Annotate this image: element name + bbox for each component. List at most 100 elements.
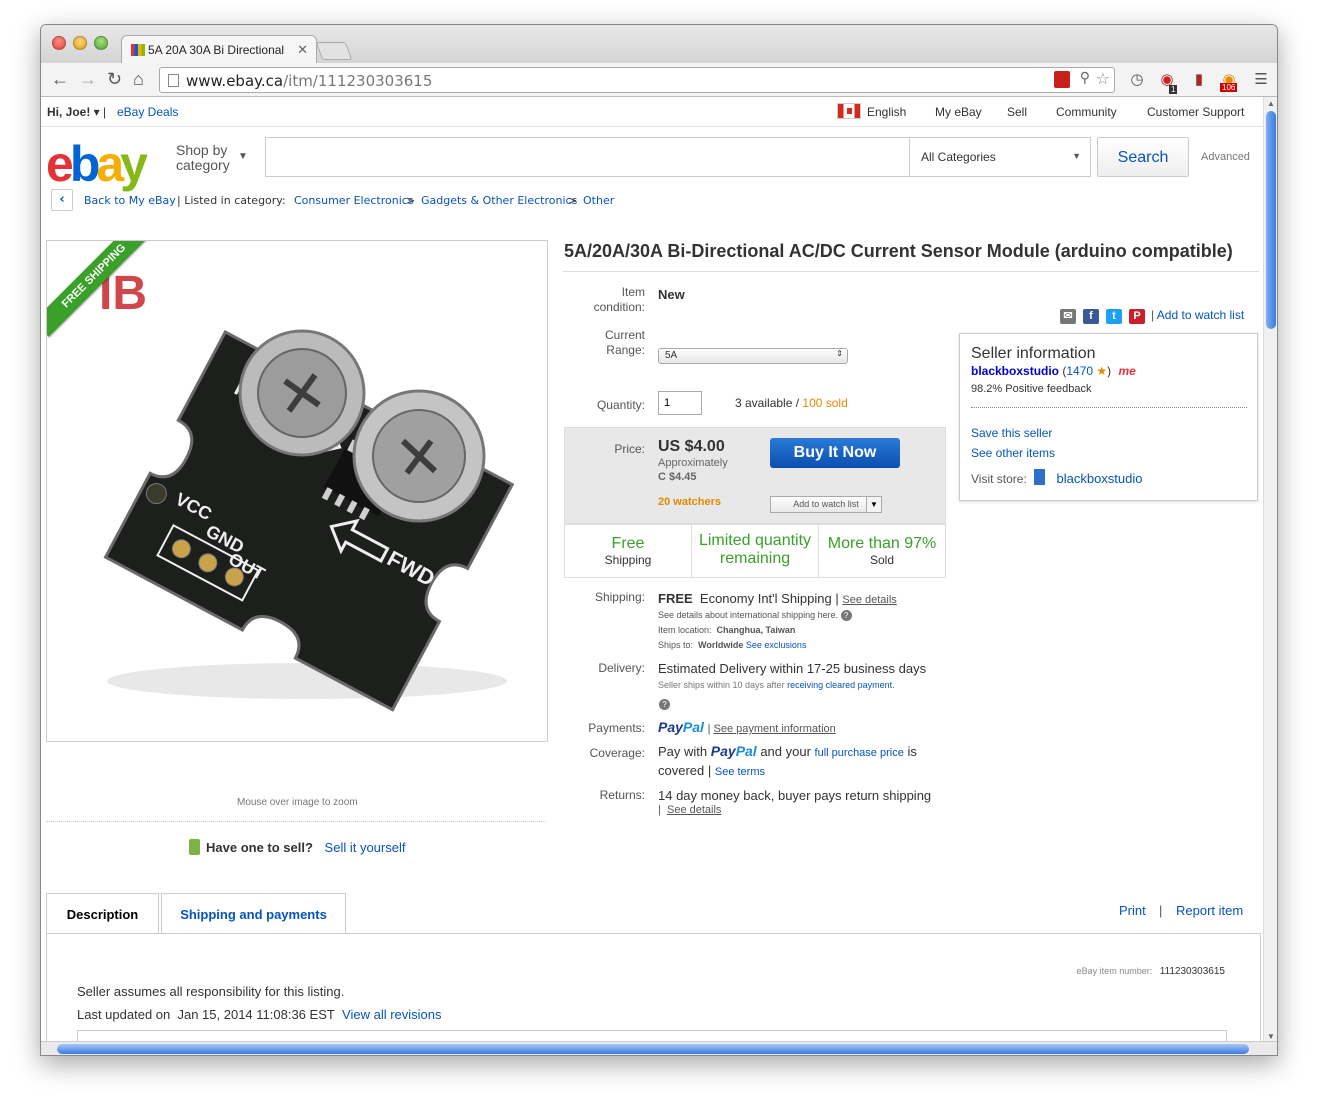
help-icon[interactable]: ? bbox=[659, 696, 670, 714]
add-to-watch-list-link[interactable]: Add to watch list bbox=[1157, 308, 1244, 322]
ebay-deals-link[interactable]: eBay Deals bbox=[117, 105, 178, 119]
page-content: Hi, Joe! ▾ | eBay Deals English My eBay … bbox=[41, 97, 1265, 1043]
divider bbox=[46, 821, 546, 822]
facebook-icon[interactable]: f bbox=[1083, 309, 1099, 324]
back-to-my-ebay-link[interactable]: Back to My eBay bbox=[84, 194, 176, 207]
paypal-logo: PayPal | See payment information bbox=[658, 719, 836, 735]
email-icon[interactable]: ✉ bbox=[1060, 309, 1076, 324]
flash-icon[interactable] bbox=[1054, 71, 1070, 88]
cleared-payment-link[interactable]: receiving cleared payment. bbox=[787, 680, 895, 690]
ebay-logo[interactable]: ebay bbox=[46, 135, 148, 193]
shipping-label: Shipping: bbox=[594, 590, 645, 604]
browser-tab[interactable]: 5A 20A 30A Bi Directional ✕ bbox=[121, 35, 317, 63]
see-exclusions-link[interactable]: See exclusions bbox=[746, 640, 807, 650]
customer-support-link[interactable]: Customer Support bbox=[1147, 105, 1244, 119]
advanced-search-link[interactable]: Advanced bbox=[1201, 151, 1250, 163]
community-link[interactable]: Community bbox=[1056, 105, 1117, 119]
breadcrumb-separator: > bbox=[568, 194, 578, 207]
address-bar[interactable]: www.ebay.ca/itm/111230303615 ⚲ ☆ bbox=[159, 67, 1115, 93]
rss-badge: 106 bbox=[1220, 83, 1238, 92]
view-revisions-link[interactable]: View all revisions bbox=[342, 1007, 441, 1022]
search-icon[interactable]: ⚲ bbox=[1080, 70, 1090, 86]
close-tab-icon[interactable]: ✕ bbox=[297, 42, 308, 58]
condition-label: Item condition: bbox=[593, 285, 645, 314]
sell-prompt: Have one to sell? Sell it yourself bbox=[189, 839, 405, 855]
store-link[interactable]: blackboxstudio bbox=[1057, 471, 1143, 486]
menu-icon[interactable]: ☰ bbox=[1253, 71, 1269, 88]
twitter-icon[interactable]: t bbox=[1106, 309, 1122, 324]
new-tab-button[interactable] bbox=[315, 42, 353, 60]
vertical-scroll-thumb[interactable] bbox=[1266, 111, 1276, 329]
help-icon[interactable]: ? bbox=[840, 610, 852, 622]
description-panel: eBay item number: 111230303615 Seller as… bbox=[46, 933, 1261, 1043]
reload-icon[interactable]: ↻ bbox=[107, 69, 122, 90]
seller-name-link[interactable]: blackboxstudio bbox=[971, 364, 1059, 378]
quantity-input[interactable]: 1 bbox=[658, 391, 702, 415]
see-other-items-link[interactable]: See other items bbox=[971, 446, 1055, 460]
report-item-link[interactable]: Report item bbox=[1176, 903, 1243, 918]
price: US $4.00 bbox=[658, 438, 725, 455]
sell-it-yourself-link[interactable]: Sell it yourself bbox=[325, 840, 406, 855]
item-location: Item location: Changhua, Taiwan bbox=[658, 625, 796, 635]
sold-count[interactable]: 100 sold bbox=[802, 396, 847, 410]
buy-it-now-button[interactable]: Buy It Now bbox=[770, 438, 900, 468]
feedback-score-link[interactable]: 1470 bbox=[1066, 364, 1093, 378]
watch-link-row: | Add to watch list bbox=[1151, 308, 1245, 322]
home-icon[interactable]: ⌂ bbox=[133, 69, 144, 90]
delivery-label: Delivery: bbox=[598, 661, 645, 675]
chevron-down-icon: ▼ bbox=[1072, 151, 1081, 161]
product-image[interactable]: IB REV FWD VCC GND OUT bbox=[46, 240, 548, 742]
shipping-method: FREE Economy Int'l Shipping | See detail… bbox=[658, 591, 897, 606]
bookmark-star-icon[interactable]: ☆ bbox=[1096, 69, 1110, 88]
browser-toolbar: ← → ↻ ⌂ www.ebay.ca/itm/111230303615 ⚲ ☆… bbox=[41, 63, 1277, 97]
condition-value: New bbox=[658, 287, 685, 302]
item-number: eBay item number: 111230303615 bbox=[1076, 966, 1225, 977]
global-header: Hi, Joe! ▾ | eBay Deals English My eBay … bbox=[41, 97, 1265, 127]
seller-info-panel: Seller information blackboxstudio (1470 … bbox=[959, 333, 1258, 501]
description-tabs: Description Shipping and payments Print … bbox=[46, 893, 1261, 933]
perk-limited-quantity: Limited quantity remaining bbox=[692, 525, 819, 577]
forward-arrow-icon[interactable]: → bbox=[79, 69, 97, 90]
tab-description[interactable]: Description bbox=[46, 893, 159, 933]
browser-window: 5A 20A 30A Bi Directional ✕ ← → ↻ ⌂ www.… bbox=[40, 24, 1278, 1056]
breadcrumb-item[interactable]: Gadgets & Other Electronics bbox=[421, 194, 577, 207]
full-purchase-price-link[interactable]: full purchase price bbox=[815, 747, 904, 759]
divider bbox=[971, 407, 1247, 408]
breadcrumb-item[interactable]: Consumer Electronics bbox=[294, 194, 414, 207]
bookshelf-icon[interactable]: ▮ bbox=[1191, 71, 1207, 88]
category-select[interactable]: All Categories ▼ bbox=[909, 137, 1091, 177]
save-seller-link[interactable]: Save this seller bbox=[971, 426, 1052, 440]
me-badge-icon[interactable]: me bbox=[1119, 364, 1136, 378]
my-ebay-link[interactable]: My eBay bbox=[935, 105, 982, 119]
back-arrow-icon[interactable]: ← bbox=[51, 69, 69, 90]
scroll-up-icon[interactable]: ▲ bbox=[1267, 99, 1275, 108]
back-chevron-icon[interactable]: ‹ bbox=[51, 189, 73, 211]
pinterest-icon[interactable]: P bbox=[1129, 309, 1145, 324]
breadcrumb-item[interactable]: Other bbox=[583, 194, 614, 207]
availability: 3 available / 100 sold bbox=[735, 396, 848, 410]
payment-information-link[interactable]: See payment information bbox=[713, 723, 835, 735]
shipping-details-link[interactable]: See details bbox=[842, 594, 896, 606]
minimize-window-button[interactable] bbox=[73, 36, 87, 50]
search-button[interactable]: Search bbox=[1097, 137, 1189, 177]
print-link[interactable]: Print bbox=[1119, 903, 1146, 918]
history-clock-icon[interactable]: ◷ bbox=[1129, 71, 1145, 88]
greeting[interactable]: Hi, Joe! ▾ | bbox=[47, 105, 106, 119]
tab-shipping-payments[interactable]: Shipping and payments bbox=[161, 893, 346, 933]
scroll-down-icon[interactable]: ▼ bbox=[1267, 1032, 1275, 1041]
see-terms-link[interactable]: See terms bbox=[715, 766, 765, 778]
sell-link[interactable]: Sell bbox=[1007, 105, 1027, 119]
current-range-label: Current Range: bbox=[604, 328, 645, 357]
horizontal-scrollbar[interactable] bbox=[41, 1041, 1277, 1055]
shop-by-category[interactable]: Shop by category ▼ bbox=[176, 143, 248, 173]
star-icon: ★ bbox=[1096, 364, 1108, 378]
zoom-window-button[interactable] bbox=[94, 36, 108, 50]
returns-details-link[interactable]: See details bbox=[667, 804, 721, 816]
url-path: /itm/111230303615 bbox=[283, 72, 433, 90]
chevron-down-icon[interactable]: ▼ bbox=[866, 496, 882, 513]
vertical-scrollbar[interactable]: ▲ ▼ bbox=[1263, 97, 1277, 1043]
current-range-select[interactable]: 5A ⇕ bbox=[658, 348, 848, 364]
close-window-button[interactable] bbox=[52, 36, 66, 50]
language-selector[interactable]: English bbox=[867, 105, 906, 119]
horizontal-scroll-thumb[interactable] bbox=[57, 1044, 1249, 1054]
